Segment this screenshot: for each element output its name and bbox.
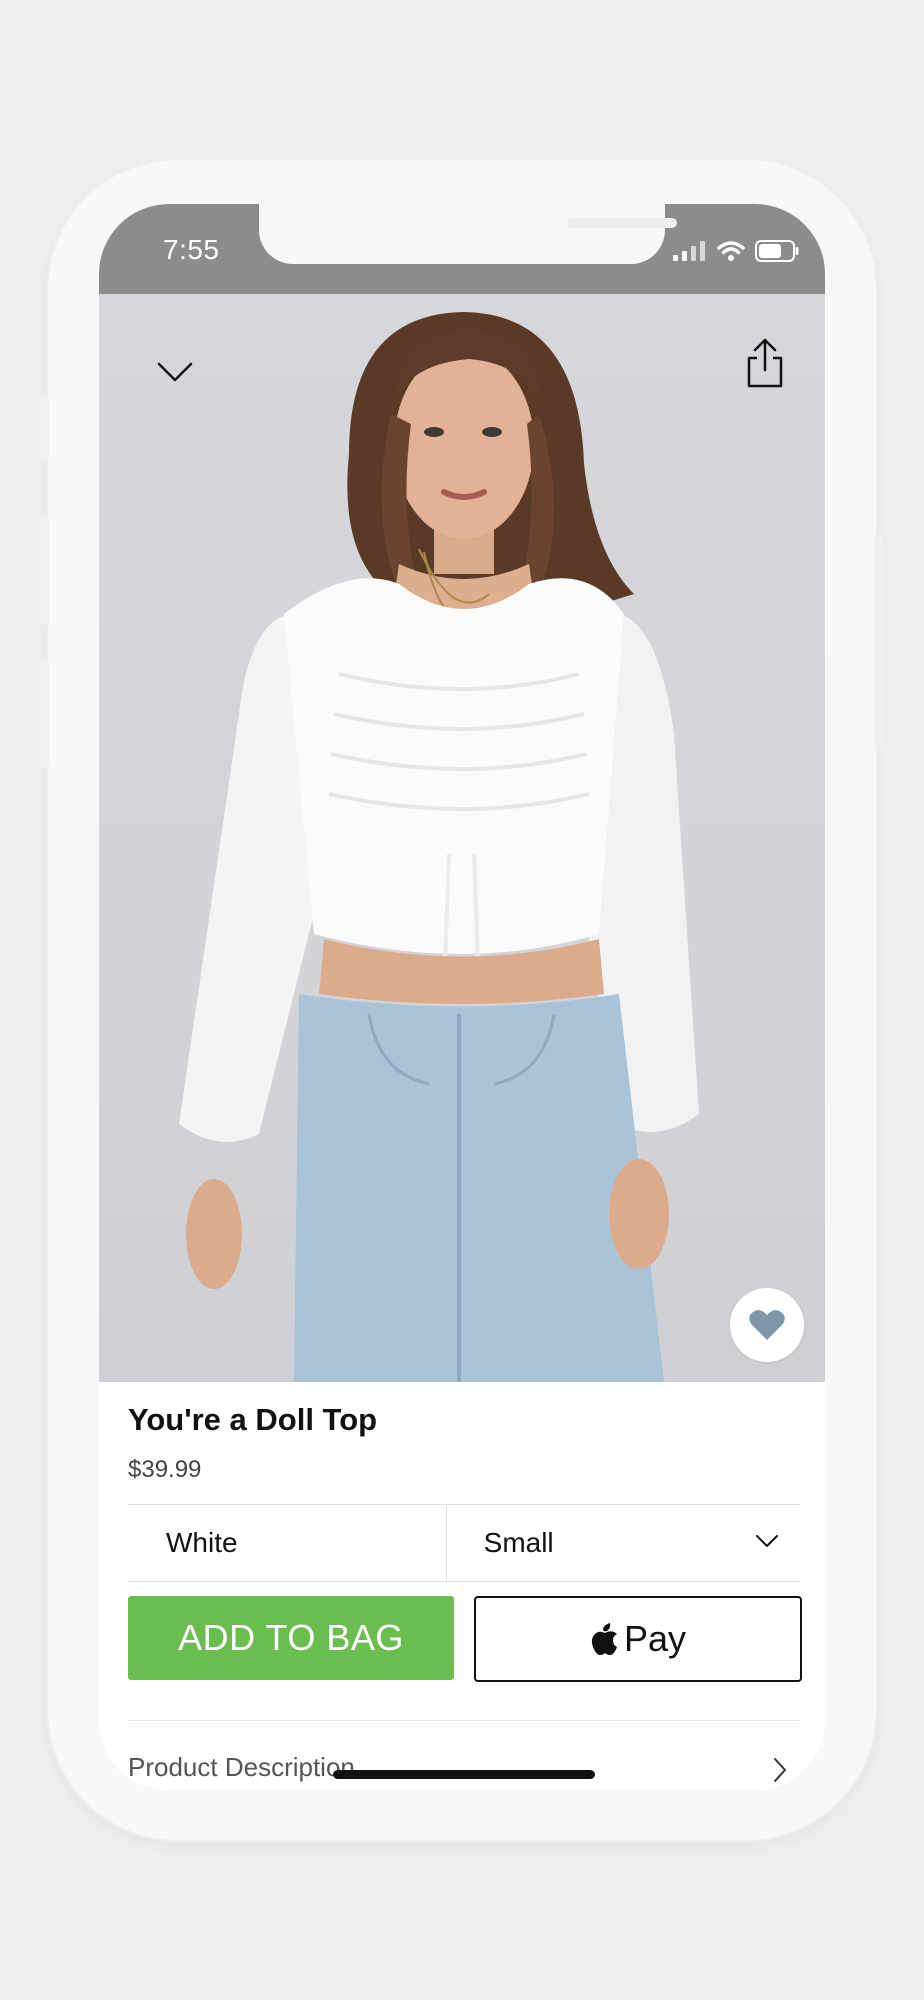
chevron-right-icon (774, 1758, 786, 1782)
earpiece-speaker (567, 218, 677, 228)
favorite-button[interactable] (730, 1288, 804, 1362)
home-indicator[interactable] (333, 1770, 595, 1779)
share-icon (747, 338, 783, 388)
size-value: Small (483, 1527, 554, 1558)
status-icons (673, 240, 799, 262)
collapse-button[interactable] (153, 352, 197, 396)
product-photo-illustration (179, 312, 699, 1382)
phone-power-button (875, 535, 883, 750)
share-button[interactable] (743, 336, 787, 392)
color-value: White (166, 1527, 238, 1558)
product-title: You're a Doll Top (128, 1402, 378, 1437)
size-selector[interactable]: Small (447, 1505, 800, 1581)
apple-logo-icon (591, 1623, 617, 1655)
chevron-down-icon (756, 1535, 778, 1547)
variant-selectors: White Small (128, 1504, 800, 1582)
heart-icon (749, 1310, 785, 1340)
battery-icon (755, 240, 799, 262)
apple-pay-button[interactable]: Pay (474, 1596, 802, 1682)
phone-side-button (41, 395, 49, 459)
chevron-down-icon (157, 362, 193, 382)
product-description-label: Product Description (128, 1752, 355, 1782)
section-divider (128, 1720, 800, 1721)
product-image[interactable] (99, 294, 825, 1382)
status-time: 7:55 (163, 234, 220, 265)
product-description-row[interactable]: Product Description (128, 1744, 800, 1790)
app-screen: 7:55 You're a Doll Top $39.99 White Smal… (99, 204, 825, 1790)
phone-volume-up-button (41, 516, 49, 626)
product-price: $39.99 (128, 1456, 202, 1483)
cellular-signal-icon (673, 241, 705, 261)
apple-pay-label: Pay (623, 1618, 687, 1659)
wifi-icon (717, 241, 745, 261)
add-to-bag-button[interactable]: ADD TO BAG (128, 1596, 454, 1680)
phone-volume-down-button (41, 658, 49, 768)
device-notch (259, 204, 677, 264)
color-selector[interactable]: White (128, 1505, 447, 1581)
